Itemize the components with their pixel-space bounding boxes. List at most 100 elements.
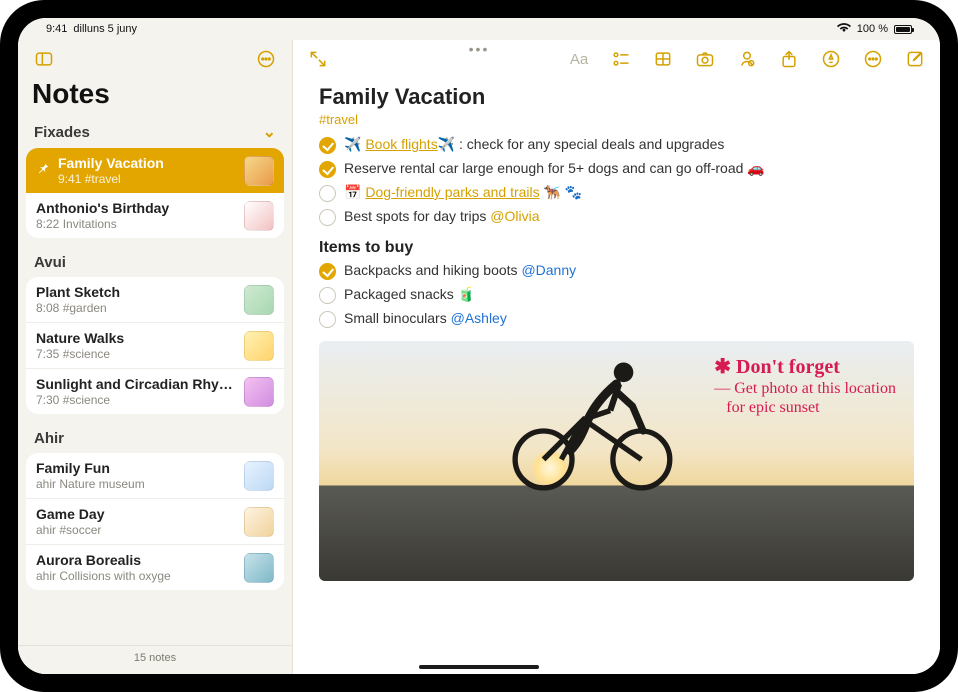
more-button[interactable] (862, 48, 884, 70)
section-today: Plant Sketch 8:08 #garden Nature Walks 7… (26, 277, 284, 414)
status-time: 9:41 (46, 23, 67, 35)
note-subtitle: 7:30 #science (36, 393, 236, 407)
home-indicator[interactable] (419, 665, 539, 669)
note-row-game-day[interactable]: Game Day ahir #soccer (26, 499, 284, 545)
note-thumbnail (244, 507, 274, 537)
cyclist-silhouette (498, 341, 678, 495)
compose-button[interactable] (904, 48, 926, 70)
expand-fullscreen-button[interactable] (307, 48, 329, 70)
checkbox-icon[interactable] (319, 311, 336, 328)
checklist-text[interactable]: Small binoculars @Ashley (344, 310, 507, 326)
screen: 9:41 dilluns 5 juny 100 % ••• (18, 18, 940, 674)
checklist-items-to-buy: Backpacks and hiking boots @Danny Packag… (319, 259, 914, 331)
note-title: Nature Walks (36, 330, 236, 346)
note-tag[interactable]: #travel (319, 112, 914, 127)
pin-icon (36, 161, 50, 180)
note-thumbnail (244, 553, 274, 583)
handwritten-annotation: ✱ Don't forget — Get photo at this locat… (714, 355, 896, 417)
checklist-button[interactable] (610, 48, 632, 70)
sidebar-footer-count: 15 notes (18, 645, 292, 674)
note-title: Plant Sketch (36, 284, 236, 300)
checklist-item[interactable]: Best spots for day trips @Olivia (319, 205, 914, 229)
note-thumbnail (244, 461, 274, 491)
checklist-text[interactable]: Backpacks and hiking boots @Danny (344, 262, 576, 278)
section-header-label: Ahir (34, 430, 64, 447)
sidebar-toolbar (18, 40, 292, 78)
note-thumbnail (244, 285, 274, 315)
section-header-label: Fixades (34, 124, 90, 141)
note-row-sunlight-circadian[interactable]: Sunlight and Circadian Rhy… 7:30 #scienc… (26, 369, 284, 414)
checkbox-icon[interactable] (319, 287, 336, 304)
section-header-yesterday: Ahir (18, 424, 292, 449)
camera-button[interactable] (694, 48, 716, 70)
wifi-icon (837, 23, 851, 36)
note-row-nature-walks[interactable]: Nature Walks 7:35 #science (26, 323, 284, 369)
note-title: Family Vacation (58, 155, 236, 171)
note-title-heading[interactable]: Family Vacation (319, 84, 914, 110)
checklist-text[interactable]: Reserve rental car large enough for 5+ d… (344, 160, 765, 177)
handwriting-line: ✱ Don't forget (714, 355, 896, 379)
lock-button[interactable] (736, 48, 758, 70)
chevron-down-icon[interactable]: ⌄ (263, 122, 276, 142)
section-yesterday: Family Fun ahir Nature museum Game Day a… (26, 453, 284, 590)
note-title: Game Day (36, 506, 236, 522)
markup-button[interactable] (820, 48, 842, 70)
checklist-text[interactable]: 📅 Dog-friendly parks and trails 🐕‍🦺 🐾 (344, 184, 582, 201)
checkbox-icon[interactable] (319, 209, 336, 226)
checklist-item[interactable]: ✈️ Book flights✈️ : check for any specia… (319, 133, 914, 157)
checklist-travel: ✈️ Book flights✈️ : check for any specia… (319, 133, 914, 229)
checklist-item[interactable]: Small binoculars @Ashley (319, 307, 914, 331)
battery-label: 100 % (857, 23, 888, 35)
note-thumbnail (244, 377, 274, 407)
note-editor[interactable]: Family Vacation #travel ✈️ Book flights✈… (293, 78, 940, 674)
table-button[interactable] (652, 48, 674, 70)
attached-photo[interactable]: ✱ Don't forget — Get photo at this locat… (319, 341, 914, 581)
content-toolbar: Aa (293, 40, 940, 78)
checkbox-icon[interactable] (319, 185, 336, 202)
note-thumbnail (244, 201, 274, 231)
note-title: Sunlight and Circadian Rhy… (36, 376, 236, 392)
multitask-dots-icon[interactable]: ••• (469, 41, 490, 57)
note-row-family-fun[interactable]: Family Fun ahir Nature museum (26, 453, 284, 499)
section-header-today: Avui (18, 248, 292, 273)
checklist-text[interactable]: Best spots for day trips @Olivia (344, 208, 540, 224)
mention-olivia[interactable]: @Olivia (490, 208, 539, 224)
note-row-aurora-borealis[interactable]: Aurora Borealis ahir Collisions with oxy… (26, 545, 284, 590)
note-title: Anthonio's Birthday (36, 200, 236, 216)
sidebar-title: Notes (18, 78, 292, 116)
sidebar-toggle-button[interactable] (30, 45, 58, 73)
handwriting-line: for epic sunset (714, 398, 896, 417)
sidebar-more-button[interactable] (252, 45, 280, 73)
link-dog-parks[interactable]: Dog-friendly parks and trails (365, 184, 539, 200)
battery-icon (894, 25, 912, 34)
handwriting-line: — Get photo at this location (714, 379, 896, 398)
section-pinned: Family Vacation 9:41 #travel Anthonio's … (26, 148, 284, 238)
share-button[interactable] (778, 48, 800, 70)
mention-danny[interactable]: @Danny (521, 262, 576, 278)
checklist-item[interactable]: Backpacks and hiking boots @Danny (319, 259, 914, 283)
section-header-pinned[interactable]: Fixades ⌄ (18, 116, 292, 144)
note-title: Family Fun (36, 460, 236, 476)
checklist-item[interactable]: Packaged snacks 🧃 (319, 283, 914, 307)
note-row-family-vacation[interactable]: Family Vacation 9:41 #travel (26, 148, 284, 193)
note-row-anthonios-birthday[interactable]: Anthonio's Birthday 8:22 Invitations (26, 193, 284, 238)
section-header-label: Avui (34, 254, 66, 271)
note-subheading[interactable]: Items to buy (319, 239, 914, 257)
checklist-text[interactable]: Packaged snacks 🧃 (344, 286, 475, 303)
checklist-text[interactable]: ✈️ Book flights✈️ : check for any specia… (344, 136, 724, 153)
link-book-flights[interactable]: Book flights (365, 136, 437, 152)
mention-ashley[interactable]: @Ashley (451, 310, 507, 326)
note-subtitle: 8:08 #garden (36, 301, 236, 315)
checklist-item[interactable]: 📅 Dog-friendly parks and trails 🐕‍🦺 🐾 (319, 181, 914, 205)
note-row-plant-sketch[interactable]: Plant Sketch 8:08 #garden (26, 277, 284, 323)
checkbox-icon[interactable] (319, 137, 336, 154)
checkbox-icon[interactable] (319, 161, 336, 178)
note-thumbnail (244, 331, 274, 361)
notes-list-scroll[interactable]: Fixades ⌄ Family Vacation 9:41 #travel (18, 116, 292, 645)
checkbox-icon[interactable] (319, 263, 336, 280)
checklist-item[interactable]: Reserve rental car large enough for 5+ d… (319, 157, 914, 181)
note-subtitle: ahir #soccer (36, 523, 236, 537)
text-format-button[interactable]: Aa (568, 48, 590, 70)
notes-sidebar: Notes Fixades ⌄ Family Vacatio (18, 40, 293, 674)
note-content: Aa (293, 40, 940, 674)
